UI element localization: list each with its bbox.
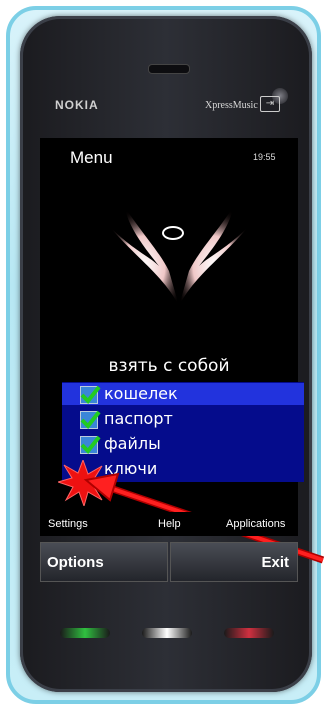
- list-caption: взять с собой: [108, 356, 230, 376]
- menu-key-icon[interactable]: [142, 628, 192, 638]
- call-key-icon[interactable]: [60, 628, 110, 638]
- brand-logo: NOKIA: [55, 98, 99, 112]
- end-call-key-icon[interactable]: [224, 628, 274, 638]
- hardware-keys: [60, 624, 280, 642]
- list-item-label: ключи: [104, 459, 158, 478]
- list-item-label: паспорт: [104, 409, 173, 428]
- exit-arrow-icon[interactable]: ⇥: [260, 96, 280, 112]
- list-item-label: кошелек: [104, 384, 178, 403]
- list-item[interactable]: файлы: [62, 433, 304, 455]
- tab-applications[interactable]: Applications: [226, 518, 285, 530]
- checkbox-checked-icon[interactable]: [80, 435, 101, 455]
- softkey-row: Options Exit: [40, 542, 298, 582]
- exit-button[interactable]: Exit: [170, 542, 298, 582]
- red-burst-icon: [58, 460, 108, 506]
- earpiece-speaker: [148, 64, 190, 74]
- list-item[interactable]: паспорт: [62, 408, 304, 430]
- model-label: XpressMusic: [205, 100, 258, 111]
- checkbox-checked-icon[interactable]: [80, 385, 101, 405]
- halo-icon: [162, 226, 184, 240]
- options-button[interactable]: Options: [40, 542, 168, 582]
- page-title: Menu: [70, 148, 113, 167]
- tab-settings[interactable]: Settings: [48, 518, 88, 530]
- checkbox-checked-icon[interactable]: [80, 410, 101, 430]
- angel-wings-wallpaper: [109, 206, 249, 306]
- list-item[interactable]: кошелек: [62, 383, 304, 405]
- clock: 19:55: [253, 152, 276, 162]
- tab-help[interactable]: Help: [158, 518, 181, 530]
- tab-bar: Settings Help Applications: [40, 512, 298, 536]
- list-item-label: файлы: [104, 434, 161, 453]
